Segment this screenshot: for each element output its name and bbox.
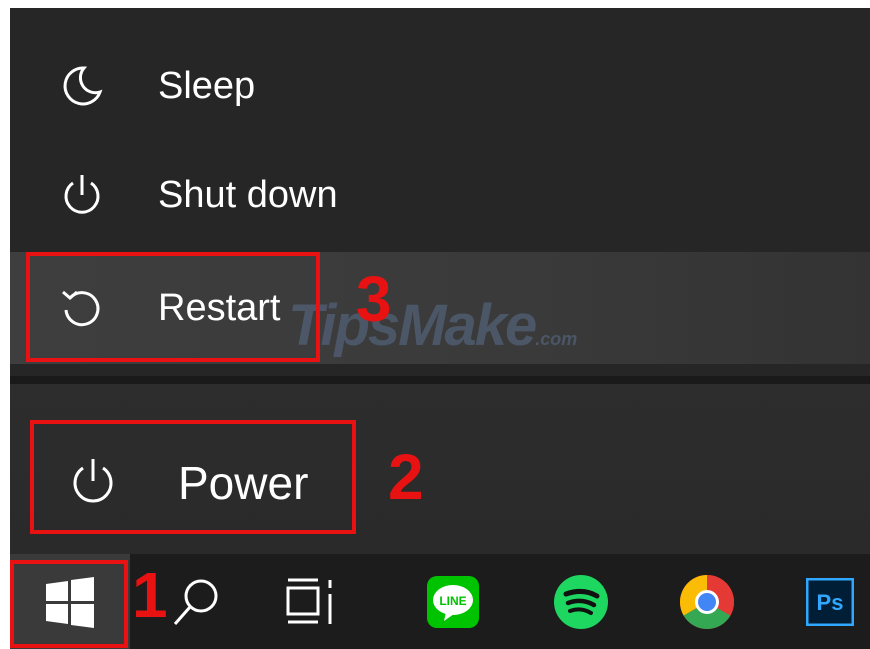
power-icon xyxy=(64,175,100,214)
watermark-suffix: .com xyxy=(535,329,578,349)
spotify-icon xyxy=(554,574,608,629)
menu-item-shut-down[interactable]: Shut down xyxy=(10,145,870,245)
annotation-box-start xyxy=(10,560,128,648)
annotation-step-2: 2 xyxy=(388,441,424,513)
chrome-icon xyxy=(679,574,735,629)
annotation-box-power xyxy=(30,420,356,534)
annotation-step-3: 3 xyxy=(356,263,392,335)
spotify-button[interactable] xyxy=(546,554,616,649)
line-app-icon: LINE xyxy=(427,575,479,628)
shut-down-label: Shut down xyxy=(158,173,338,216)
menu-divider xyxy=(10,376,870,384)
line-app-label: LINE xyxy=(439,594,466,608)
photoshop-button[interactable]: Ps xyxy=(800,554,860,649)
annotation-step-1: 1 xyxy=(132,559,168,631)
line-app-button[interactable]: LINE xyxy=(418,554,488,649)
photoshop-icon: Ps xyxy=(806,577,854,626)
search-icon xyxy=(173,579,218,625)
watermark-text: TipsMake xyxy=(288,293,537,358)
menu-item-sleep[interactable]: Sleep xyxy=(10,36,870,136)
photoshop-label: Ps xyxy=(817,590,844,615)
task-view-button[interactable] xyxy=(272,554,352,649)
moon-icon xyxy=(63,66,103,106)
search-button[interactable] xyxy=(162,554,232,649)
annotation-box-restart xyxy=(26,252,320,362)
watermark: TipsMake.com xyxy=(288,292,577,359)
task-view-icon xyxy=(286,578,332,624)
sleep-label: Sleep xyxy=(158,64,256,107)
chrome-button[interactable] xyxy=(672,554,742,649)
